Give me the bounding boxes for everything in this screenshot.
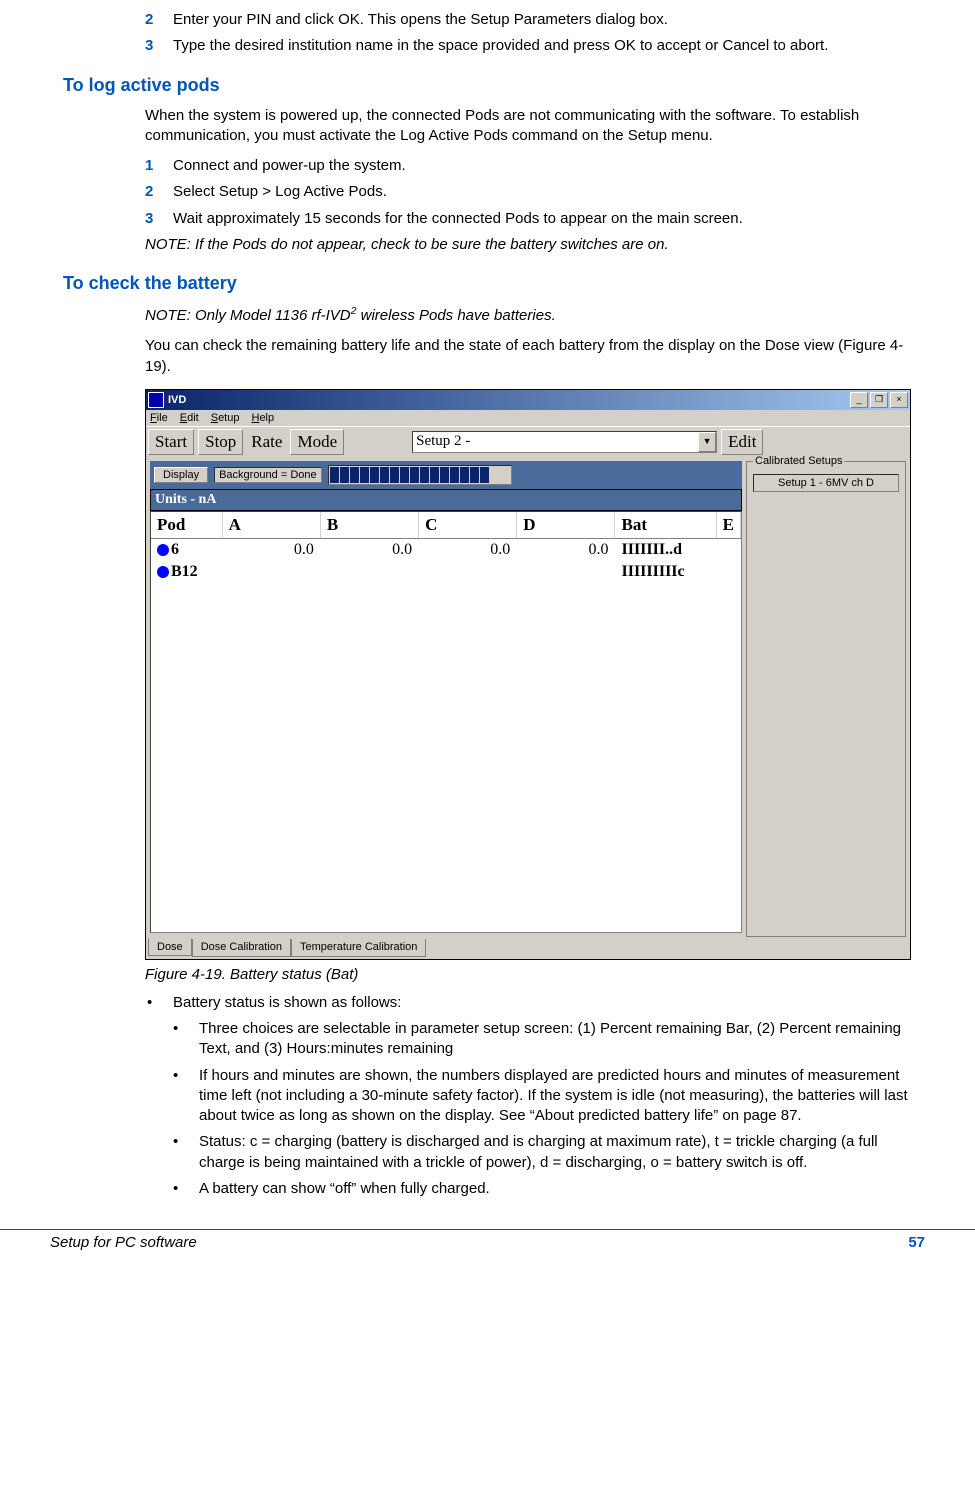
table-row: 6 0.0 0.0 0.0 0.0 IIIIIII..d (151, 538, 741, 561)
bullet-top: Battery status is shown as follows: (173, 993, 401, 1013)
tab-dose[interactable]: Dose (148, 938, 192, 956)
chevron-down-icon[interactable]: ▼ (698, 432, 716, 452)
step-num: 1 (145, 156, 173, 176)
col-pod: Pod (151, 512, 222, 539)
progress-bar (328, 465, 512, 485)
units-label: Units - nA (150, 489, 742, 511)
col-b: B (320, 512, 418, 539)
val-e (716, 538, 740, 561)
pods-table: Pod A B C D Bat E 6 0. (150, 511, 742, 933)
col-c: C (419, 512, 517, 539)
maximize-button[interactable]: ❐ (870, 392, 888, 408)
table-header-row: Pod A B C D Bat E (151, 512, 741, 539)
figure-caption: Figure 4-19. Battery status (Bat) (145, 966, 915, 983)
step-num: 3 (145, 209, 173, 229)
col-d: D (517, 512, 615, 539)
step-text: Connect and power-up the system. (173, 156, 915, 176)
status-dot-icon (157, 544, 169, 556)
app-window: IVD _ ❐ × File Edit Setup Help Start (145, 389, 911, 960)
bullet-sub: If hours and minutes are shown, the numb… (199, 1066, 915, 1127)
setup-combo[interactable]: Setup 2 -▼ (412, 431, 717, 453)
pod-cell: B12 (151, 561, 222, 583)
background-status: Background = Done (214, 467, 322, 483)
val-b: 0.0 (320, 538, 418, 561)
titlebar: IVD _ ❐ × (146, 390, 910, 410)
minimize-button[interactable]: _ (850, 392, 868, 408)
heading-check-battery: To check the battery (63, 273, 925, 294)
col-a: A (222, 512, 320, 539)
val-c: 0.0 (419, 538, 517, 561)
step-num: 3 (145, 36, 173, 56)
val-a: 0.0 (222, 538, 320, 561)
bottom-tabs: Dose Dose Calibration Temperature Calibr… (146, 937, 910, 959)
val-bat: IIIIIII..d (615, 538, 716, 561)
note-pods: NOTE: If the Pods do not appear, check t… (145, 235, 915, 255)
display-button[interactable]: Display (154, 467, 208, 483)
display-toolbar: Display Background = Done (150, 461, 742, 489)
main-toolbar: Start Stop Rate Mode Setup 2 -▼ Edit (146, 426, 910, 457)
tab-dose-calibration[interactable]: Dose Calibration (192, 939, 291, 957)
col-e: E (716, 512, 740, 539)
step-text: Type the desired institution name in the… (173, 36, 915, 56)
heading-log-active-pods: To log active pods (63, 75, 925, 96)
menu-edit[interactable]: Edit (180, 412, 199, 424)
tab-temperature-calibration[interactable]: Temperature Calibration (291, 939, 426, 957)
menu-setup[interactable]: Setup (211, 412, 240, 424)
menu-help[interactable]: Help (251, 412, 274, 424)
val-c (419, 561, 517, 583)
start-button[interactable]: Start (148, 429, 194, 455)
col-bat: Bat (615, 512, 716, 539)
stop-button[interactable]: Stop (198, 429, 243, 455)
group-title: Calibrated Setups (753, 455, 844, 467)
val-a (222, 561, 320, 583)
rate-label: Rate (247, 432, 286, 452)
figure-4-19: IVD _ ❐ × File Edit Setup Help Start (145, 389, 915, 983)
val-e (716, 561, 740, 583)
menubar: File Edit Setup Help (146, 410, 910, 426)
footer-section: Setup for PC software (50, 1234, 197, 1251)
step-num: 2 (145, 10, 173, 30)
battery-para: You can check the remaining battery life… (145, 336, 915, 377)
val-d: 0.0 (517, 538, 615, 561)
bullet-sub: Status: c = charging (battery is dischar… (199, 1132, 915, 1173)
bullet-sub: Three choices are selectable in paramete… (199, 1019, 915, 1060)
step-text: Enter your PIN and click OK. This opens … (173, 10, 915, 30)
table-row: B12 IIIIIIIIIc (151, 561, 741, 583)
app-icon (148, 392, 164, 408)
step-text: Wait approximately 15 seconds for the co… (173, 209, 915, 229)
status-dot-icon (157, 566, 169, 578)
pod-cell: 6 (151, 538, 222, 561)
val-d (517, 561, 615, 583)
setup-entry[interactable]: Setup 1 - 6MV ch D (753, 474, 899, 492)
step-num: 2 (145, 182, 173, 202)
val-b (320, 561, 418, 583)
val-bat: IIIIIIIIIc (615, 561, 716, 583)
close-button[interactable]: × (890, 392, 908, 408)
page-number: 57 (908, 1234, 925, 1251)
mode-button[interactable]: Mode (290, 429, 344, 455)
note-model: NOTE: Only Model 1136 rf-IVD2 wireless P… (145, 304, 915, 326)
menu-file[interactable]: File (150, 412, 168, 424)
step-text: Select Setup > Log Active Pods. (173, 182, 915, 202)
edit-button[interactable]: Edit (721, 429, 763, 455)
window-title: IVD (168, 394, 186, 406)
calibrated-setups-panel: Calibrated Setups Setup 1 - 6MV ch D (746, 461, 906, 933)
bullet-sub: A battery can show “off” when fully char… (199, 1179, 490, 1199)
intro-para: When the system is powered up, the conne… (145, 106, 915, 147)
